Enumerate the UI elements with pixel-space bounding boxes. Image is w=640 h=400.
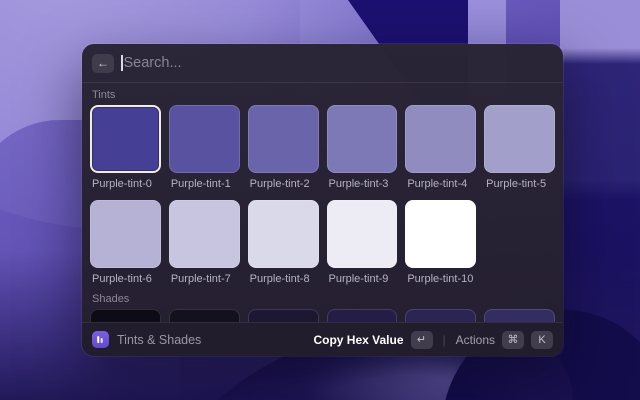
tints-shades-app-icon bbox=[92, 331, 109, 348]
color-swatch[interactable] bbox=[327, 309, 398, 322]
swatch-cell bbox=[484, 309, 555, 322]
color-swatch[interactable] bbox=[169, 309, 240, 322]
app-icon-glyph bbox=[95, 334, 106, 345]
search-field-wrap bbox=[121, 55, 553, 71]
tints-grid: Purple-tint-0 Purple-tint-1 Purple-tint-2 P… bbox=[90, 105, 555, 286]
swatch-cell: Purple-tint-4 bbox=[405, 105, 476, 191]
swatch-label: Purple-tint-4 bbox=[405, 178, 476, 191]
swatch-label: Purple-tint-0 bbox=[90, 178, 161, 191]
text-cursor bbox=[121, 55, 123, 71]
color-swatch[interactable] bbox=[405, 200, 476, 268]
search-input[interactable] bbox=[124, 55, 554, 71]
color-swatch[interactable] bbox=[327, 200, 398, 268]
swatch-label: Purple-tint-9 bbox=[327, 273, 398, 286]
swatch-cell: Purple-tint-9 bbox=[327, 200, 398, 286]
swatch-cell: Purple-tint-8 bbox=[248, 200, 319, 286]
copy-hex-value-button[interactable]: Copy Hex Value bbox=[313, 333, 403, 347]
color-swatch[interactable] bbox=[90, 105, 161, 173]
footer-actions: Copy Hex Value ↵ | Actions ⌘ K bbox=[313, 331, 553, 349]
color-swatch[interactable] bbox=[327, 105, 398, 173]
color-swatch[interactable] bbox=[248, 200, 319, 268]
swatch-cell: Purple-tint-7 bbox=[169, 200, 240, 286]
swatch-label: Purple-tint-2 bbox=[248, 178, 319, 191]
swatch-label: Purple-tint-8 bbox=[248, 273, 319, 286]
swatch-label: Purple-tint-3 bbox=[327, 178, 398, 191]
swatch-label: Purple-tint-1 bbox=[169, 178, 240, 191]
footer-divider: | bbox=[443, 333, 446, 347]
swatch-cell: Purple-tint-1 bbox=[169, 105, 240, 191]
back-arrow-icon: ← bbox=[97, 54, 109, 73]
swatch-label: Purple-tint-10 bbox=[405, 273, 476, 286]
swatch-cell bbox=[327, 309, 398, 322]
swatch-cell bbox=[169, 309, 240, 322]
swatch-cell bbox=[90, 309, 161, 322]
swatch-cell: Purple-tint-6 bbox=[90, 200, 161, 286]
color-swatch[interactable] bbox=[90, 309, 161, 322]
search-bar: ← bbox=[82, 44, 563, 83]
raycast-window: ← Tints Purple-tint-0Purple-tint-1Purple… bbox=[82, 44, 563, 356]
shades-section-label: Shades bbox=[90, 293, 555, 305]
color-swatch[interactable] bbox=[405, 105, 476, 173]
return-key-badge[interactable]: ↵ bbox=[411, 331, 433, 349]
color-swatch[interactable] bbox=[484, 105, 555, 173]
swatch-cell: Purple-tint-2 bbox=[248, 105, 319, 191]
swatch-label: Purple-tint-6 bbox=[90, 273, 161, 286]
color-swatch[interactable] bbox=[248, 309, 319, 322]
swatch-cell bbox=[248, 309, 319, 322]
swatch-cell bbox=[405, 309, 476, 322]
app-name: Tints & Shades bbox=[117, 333, 201, 347]
swatch-cell: Purple-tint-3 bbox=[327, 105, 398, 191]
tints-section-label: Tints bbox=[90, 89, 555, 101]
color-swatch[interactable] bbox=[405, 309, 476, 322]
color-swatch[interactable] bbox=[169, 105, 240, 173]
results-area: Tints Purple-tint-0Purple-tint-1Purple-t… bbox=[82, 83, 563, 322]
swatch-cell: Purple-tint-5 bbox=[484, 105, 555, 191]
back-button[interactable]: ← bbox=[92, 54, 114, 73]
color-swatch[interactable] bbox=[484, 309, 555, 322]
swatch-cell: Purple-tint-10 bbox=[405, 200, 476, 286]
color-swatch[interactable] bbox=[169, 200, 240, 268]
swatch-cell: Purple-tint-0 bbox=[90, 105, 161, 191]
shades-grid bbox=[90, 309, 555, 322]
actions-button[interactable]: Actions bbox=[456, 333, 495, 347]
color-swatch[interactable] bbox=[248, 105, 319, 173]
color-swatch[interactable] bbox=[90, 200, 161, 268]
swatch-label: Purple-tint-5 bbox=[484, 178, 555, 191]
swatch-label: Purple-tint-7 bbox=[169, 273, 240, 286]
action-bar: Tints & Shades Copy Hex Value ↵ | Action… bbox=[82, 322, 563, 356]
command-key-badge[interactable]: ⌘ bbox=[502, 331, 524, 349]
k-key-badge[interactable]: K bbox=[531, 331, 553, 349]
